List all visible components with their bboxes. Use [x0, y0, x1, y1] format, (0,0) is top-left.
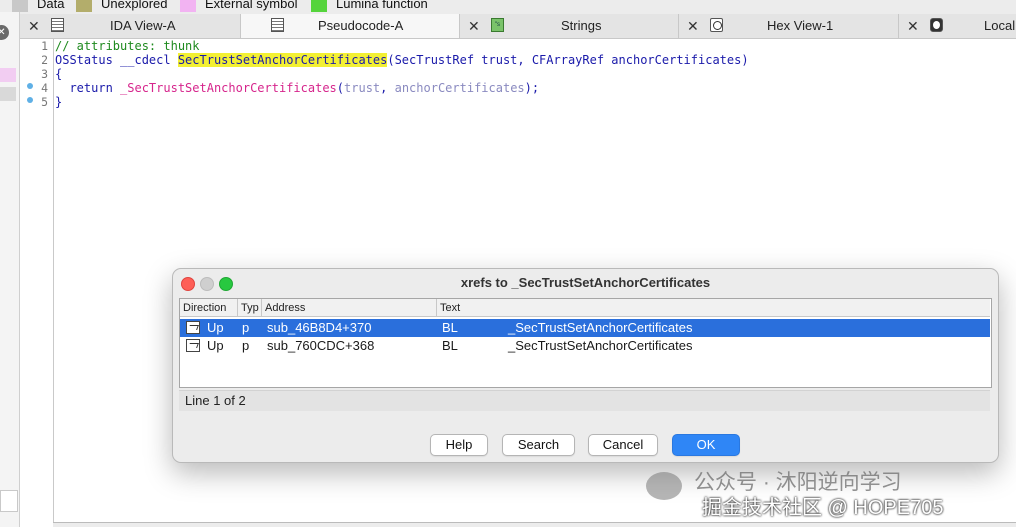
- row-address: sub_760CDC+368: [267, 338, 375, 353]
- column-header-text[interactable]: Text: [437, 299, 990, 317]
- open-brace: {: [55, 67, 63, 81]
- line-number: 3: [41, 67, 48, 81]
- row-target: _SecTrustSetAnchorCertificates: [508, 320, 693, 335]
- tab-strings[interactable]: ✕ "s Strings: [460, 14, 679, 38]
- pseudocode-icon: [271, 18, 284, 32]
- code-line-5[interactable]: }: [55, 95, 62, 109]
- xrefs-table[interactable]: Direction Typ Address Text Up p sub_46B8…: [179, 298, 992, 388]
- status-bar: Line 1 of 2: [179, 390, 990, 411]
- legend-swatch-unexplored: [76, 0, 92, 12]
- wechat-logo-icon: [646, 472, 682, 500]
- column-header-direction[interactable]: Direction: [180, 299, 238, 317]
- code-line-4[interactable]: return _SecTrustSetAnchorCertificates(tr…: [55, 81, 539, 95]
- legend-label-data: Data: [37, 0, 65, 11]
- pane-marker-data: [0, 87, 16, 101]
- close-tab-icon[interactable]: ✕: [28, 18, 40, 34]
- search-button[interactable]: Search: [502, 434, 575, 456]
- strings-icon: "s: [491, 18, 504, 32]
- paren-open: (: [336, 81, 345, 95]
- tab-label: Local: [984, 18, 1016, 33]
- tab-label: Strings: [561, 18, 602, 33]
- row-type: p: [242, 320, 250, 335]
- editor-horizontal-scrollbar[interactable]: [53, 522, 1016, 527]
- close-tab-icon[interactable]: ✕: [687, 18, 699, 34]
- legend-label-unexplored: Unexplored: [101, 0, 168, 11]
- paren-close: );: [524, 81, 540, 95]
- dialog-title: xrefs to _SecTrustSetAnchorCertificates: [460, 275, 711, 290]
- row-target: _SecTrustSetAnchorCertificates: [508, 338, 693, 353]
- called-function-name[interactable]: _SecTrustSetAnchorCertificates: [120, 81, 337, 95]
- pane-input-box[interactable]: [0, 490, 18, 512]
- tab-bar: ✕ IDA View-A ✕ Pseudocode-A ✕ "s Strings…: [20, 14, 1016, 39]
- xrefs-dialog: xrefs to _SecTrustSetAnchorCertificates …: [172, 268, 999, 463]
- row-direction: Up: [207, 338, 224, 353]
- close-icon[interactable]: ✕: [0, 25, 9, 40]
- table-row[interactable]: Up p sub_760CDC+368 BL _SecTrustSetAncho…: [180, 337, 990, 355]
- row-instruction: BL: [442, 338, 458, 353]
- table-row[interactable]: Up p sub_46B8D4+370 BL _SecTrustSetAncho…: [180, 319, 990, 337]
- legend-swatch-lumina-function: [311, 0, 327, 12]
- color-legend: Data Unexplored External symbol Lumina f…: [0, 0, 1016, 12]
- ok-button[interactable]: OK: [672, 434, 740, 456]
- legend-label-lumina-function: Lumina function: [336, 0, 428, 11]
- tab-label: IDA View-A: [110, 18, 176, 33]
- tab-ida-view-a[interactable]: ✕ IDA View-A: [20, 14, 241, 38]
- line-number: 1: [41, 39, 48, 53]
- left-side-pane: ✕: [0, 12, 20, 527]
- line-number: 2: [41, 53, 48, 67]
- pane-marker-external: [0, 68, 16, 82]
- close-tab-icon[interactable]: ✕: [907, 18, 919, 34]
- watermark-line-1: 公众号 · 沐阳逆向学习: [694, 471, 902, 494]
- close-tab-icon[interactable]: ✕: [468, 18, 480, 34]
- row-direction: Up: [207, 320, 224, 335]
- column-header-address[interactable]: Address: [262, 299, 437, 317]
- local-types-icon: [930, 18, 943, 32]
- help-button[interactable]: Help: [430, 434, 488, 456]
- code-line-2[interactable]: OSStatus __cdecl SecTrustSetAnchorCertif…: [55, 53, 749, 67]
- line-count-status: Line 1 of 2: [185, 393, 246, 408]
- column-header-type[interactable]: Typ: [238, 299, 262, 317]
- line-number: 5: [41, 95, 48, 109]
- xref-up-icon: [186, 321, 200, 334]
- arg-trust[interactable]: trust: [344, 81, 380, 95]
- return-type-text: OSStatus __cdecl: [55, 53, 178, 67]
- legend-label-external-symbol: External symbol: [205, 0, 298, 11]
- row-type: p: [242, 338, 250, 353]
- comment-text: // attributes: thunk: [55, 39, 200, 53]
- code-line-3[interactable]: {: [55, 67, 62, 81]
- arg-separator: ,: [380, 81, 395, 95]
- code-line-1[interactable]: // attributes: thunk: [55, 39, 200, 53]
- watermark: 公众号 · 沐阳逆向学习 掘金技术社区 @ HOPE705: [646, 470, 1006, 520]
- line-number: 4: [41, 81, 48, 95]
- function-name-highlight[interactable]: SecTrustSetAnchorCertificates: [177, 53, 388, 67]
- line-number-gutter: 1 2 3 4 5: [20, 39, 54, 527]
- function-params-text: (SecTrustRef trust, CFArrayRef anchorCer…: [387, 53, 749, 67]
- arg-anchor-certificates[interactable]: anchorCertificates: [395, 81, 525, 95]
- row-address: sub_46B8D4+370: [267, 320, 372, 335]
- tab-pseudocode-a[interactable]: ✕ Pseudocode-A: [241, 14, 460, 38]
- return-keyword: return: [55, 81, 121, 95]
- tab-label: Pseudocode-A: [318, 18, 404, 33]
- tab-local[interactable]: ✕ Local: [899, 14, 1016, 38]
- tab-label: Hex View-1: [767, 18, 834, 33]
- breakpoint-dot-icon[interactable]: [27, 97, 33, 103]
- hex-view-icon: [710, 18, 723, 32]
- breakpoint-dot-icon[interactable]: [27, 83, 33, 89]
- close-brace: }: [55, 95, 63, 109]
- cancel-button[interactable]: Cancel: [588, 434, 658, 456]
- row-instruction: BL: [442, 320, 458, 335]
- grid-view-icon: [51, 18, 64, 32]
- legend-swatch-external-symbol: [180, 0, 196, 12]
- xref-up-icon: [186, 339, 200, 352]
- legend-swatch-data: [12, 0, 28, 12]
- watermark-line-2: 掘金技术社区 @ HOPE705: [702, 497, 944, 519]
- tab-hex-view-1[interactable]: ✕ Hex View-1: [679, 14, 899, 38]
